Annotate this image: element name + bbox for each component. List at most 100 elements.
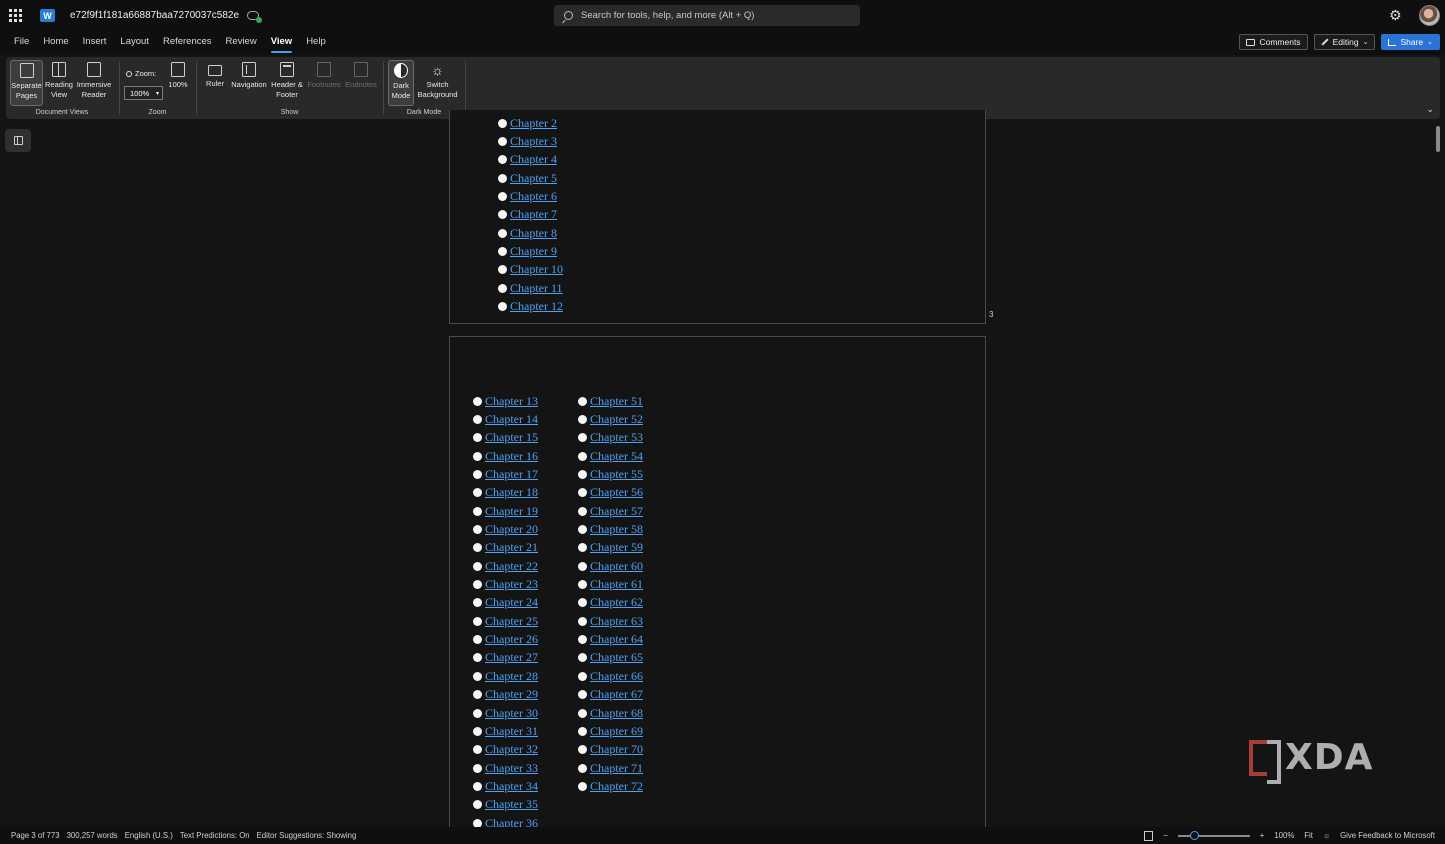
chapter-link[interactable]: Chapter 60 bbox=[590, 559, 643, 574]
separate-pages-button[interactable]: Separate Pages bbox=[10, 60, 43, 106]
nav-pane-toggle[interactable] bbox=[5, 129, 31, 152]
chapter-link[interactable]: Chapter 14 bbox=[485, 412, 538, 427]
chapter-link[interactable]: Chapter 62 bbox=[590, 595, 643, 610]
chapter-link[interactable]: Chapter 64 bbox=[590, 632, 643, 647]
avatar[interactable] bbox=[1419, 5, 1440, 26]
language[interactable]: English (U.S.) bbox=[125, 831, 173, 840]
chapter-link[interactable]: Chapter 30 bbox=[485, 706, 538, 721]
saved-cloud-icon[interactable] bbox=[247, 11, 263, 23]
comments-button[interactable]: Comments bbox=[1239, 34, 1308, 50]
chapter-link[interactable]: Chapter 53 bbox=[590, 430, 643, 445]
chapter-link[interactable]: Chapter 25 bbox=[485, 614, 538, 629]
tab-home[interactable]: Home bbox=[36, 31, 75, 55]
chapter-link[interactable]: Chapter 19 bbox=[485, 504, 538, 519]
chapter-link[interactable]: Chapter 18 bbox=[485, 485, 538, 500]
chapter-link[interactable]: Chapter 31 bbox=[485, 724, 538, 739]
chapter-link[interactable]: Chapter 56 bbox=[590, 485, 643, 500]
navigation-button[interactable]: Navigation bbox=[229, 60, 269, 90]
scrollbar-thumb[interactable] bbox=[1436, 126, 1440, 152]
tab-references[interactable]: References bbox=[156, 31, 219, 55]
chapter-link[interactable]: Chapter 20 bbox=[485, 522, 538, 537]
app-launcher-icon[interactable] bbox=[0, 0, 31, 31]
page-count[interactable]: Page 3 of 773 bbox=[11, 831, 60, 840]
zoom-slider-knob[interactable] bbox=[1189, 830, 1199, 840]
chapter-link[interactable]: Chapter 12 bbox=[510, 299, 563, 314]
zoom-slider[interactable] bbox=[1177, 830, 1250, 840]
chapter-link[interactable]: Chapter 67 bbox=[590, 687, 643, 702]
chapter-link[interactable]: Chapter 26 bbox=[485, 632, 538, 647]
zoom-100-button[interactable]: 100% bbox=[166, 60, 190, 90]
focus-mode-icon[interactable] bbox=[1144, 830, 1154, 841]
zoom-in-icon[interactable]: + bbox=[1260, 831, 1265, 840]
chapter-link[interactable]: Chapter 34 bbox=[485, 779, 538, 794]
ruler-button[interactable]: Ruler bbox=[203, 60, 227, 89]
chapter-link[interactable]: Chapter 2 bbox=[510, 116, 557, 131]
search-box[interactable]: Search for tools, help, and more (Alt + … bbox=[554, 5, 860, 26]
gear-icon[interactable]: ⚙ bbox=[1389, 8, 1402, 22]
zoom-percent[interactable]: 100% bbox=[1274, 831, 1294, 840]
chapter-link[interactable]: Chapter 33 bbox=[485, 761, 538, 776]
chapter-link[interactable]: Chapter 70 bbox=[590, 742, 643, 757]
chapter-link[interactable]: Chapter 11 bbox=[510, 281, 563, 296]
chapter-link[interactable]: Chapter 68 bbox=[590, 706, 643, 721]
immersive-reader-button[interactable]: Immersive Reader bbox=[74, 60, 114, 100]
chapter-link[interactable]: Chapter 21 bbox=[485, 540, 538, 555]
collapse-ribbon-icon[interactable]: ⌄ bbox=[1426, 104, 1434, 115]
footnotes-button[interactable]: Footnotes bbox=[305, 60, 343, 90]
chapter-link[interactable]: Chapter 63 bbox=[590, 614, 643, 629]
chapter-link[interactable]: Chapter 61 bbox=[590, 577, 643, 592]
tab-review[interactable]: Review bbox=[219, 31, 264, 55]
editor-suggestions[interactable]: Editor Suggestions: Showing bbox=[257, 831, 357, 840]
header-footer-button[interactable]: Header & Footer bbox=[270, 60, 304, 100]
editing-mode-button[interactable]: Editing ⌄ bbox=[1313, 34, 1376, 50]
feedback-link[interactable]: Give Feedback to Microsoft bbox=[1340, 831, 1435, 840]
theme-sun-icon[interactable]: ☼ bbox=[1323, 831, 1330, 840]
chapter-link[interactable]: Chapter 27 bbox=[485, 650, 538, 665]
text-predictions[interactable]: Text Predictions: On bbox=[180, 831, 250, 840]
chapter-link[interactable]: Chapter 35 bbox=[485, 797, 538, 812]
dark-mode-button[interactable]: Dark Mode bbox=[388, 60, 414, 106]
chapter-link[interactable]: Chapter 10 bbox=[510, 262, 563, 277]
chapter-link[interactable]: Chapter 9 bbox=[510, 244, 557, 259]
zoom-select[interactable]: 100% ▾ bbox=[124, 86, 163, 100]
word-logo-icon[interactable]: W bbox=[40, 9, 55, 22]
chapter-link[interactable]: Chapter 7 bbox=[510, 207, 557, 222]
zoom-out-icon[interactable]: − bbox=[1163, 831, 1168, 840]
chapter-link[interactable]: Chapter 8 bbox=[510, 226, 557, 241]
chapter-link[interactable]: Chapter 65 bbox=[590, 650, 643, 665]
tab-layout[interactable]: Layout bbox=[113, 31, 156, 55]
chapter-link[interactable]: Chapter 17 bbox=[485, 467, 538, 482]
tab-help[interactable]: Help bbox=[299, 31, 333, 55]
endnotes-button[interactable]: Endnotes bbox=[343, 60, 379, 90]
chapter-link[interactable]: Chapter 52 bbox=[590, 412, 643, 427]
chapter-link[interactable]: Chapter 28 bbox=[485, 669, 538, 684]
chapter-link[interactable]: Chapter 5 bbox=[510, 171, 557, 186]
switch-background-button[interactable]: ☼ Switch Background bbox=[415, 60, 460, 100]
chapter-link[interactable]: Chapter 69 bbox=[590, 724, 643, 739]
tab-file[interactable]: File bbox=[7, 31, 36, 55]
word-count[interactable]: 300,257 words bbox=[67, 831, 118, 840]
reading-view-button[interactable]: Reading View bbox=[44, 60, 74, 100]
chapter-link[interactable]: Chapter 55 bbox=[590, 467, 643, 482]
chapter-link[interactable]: Chapter 59 bbox=[590, 540, 643, 555]
share-button[interactable]: Share ⌄ bbox=[1381, 34, 1440, 50]
tab-insert[interactable]: Insert bbox=[76, 31, 114, 55]
chapter-link[interactable]: Chapter 24 bbox=[485, 595, 538, 610]
chapter-link[interactable]: Chapter 32 bbox=[485, 742, 538, 757]
chapter-link[interactable]: Chapter 22 bbox=[485, 559, 538, 574]
document-title[interactable]: e72f9f1f181a66887baa7270037c582e bbox=[70, 10, 239, 21]
chapter-link[interactable]: Chapter 72 bbox=[590, 779, 643, 794]
chapter-link[interactable]: Chapter 6 bbox=[510, 189, 557, 204]
chapter-link[interactable]: Chapter 29 bbox=[485, 687, 538, 702]
chapter-link[interactable]: Chapter 13 bbox=[485, 394, 538, 409]
chapter-link[interactable]: Chapter 57 bbox=[590, 504, 643, 519]
fit-button[interactable]: Fit bbox=[1304, 831, 1313, 840]
chapter-link[interactable]: Chapter 4 bbox=[510, 152, 557, 167]
tab-view[interactable]: View bbox=[264, 31, 299, 55]
chapter-link[interactable]: Chapter 15 bbox=[485, 430, 538, 445]
chapter-link[interactable]: Chapter 66 bbox=[590, 669, 643, 684]
chapter-link[interactable]: Chapter 16 bbox=[485, 449, 538, 464]
chapter-link[interactable]: Chapter 54 bbox=[590, 449, 643, 464]
chapter-link[interactable]: Chapter 71 bbox=[590, 761, 643, 776]
chapter-link[interactable]: Chapter 51 bbox=[590, 394, 643, 409]
